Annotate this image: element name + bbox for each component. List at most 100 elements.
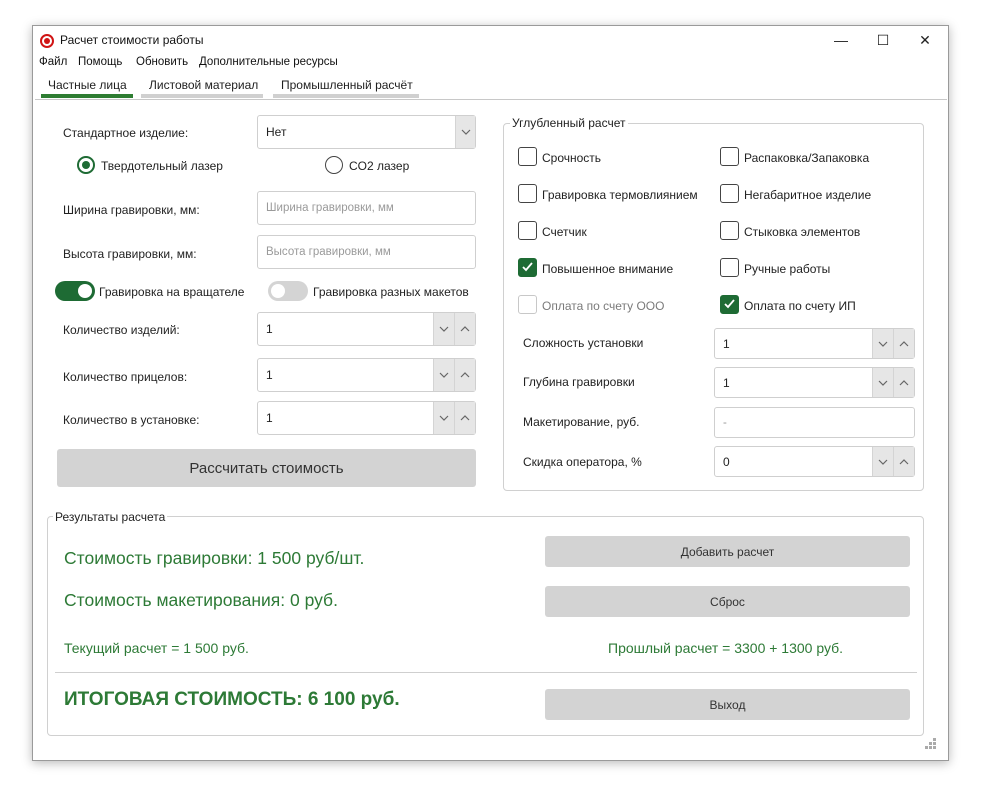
checkbox-manual-work[interactable] <box>720 258 739 277</box>
checkbox-extra-attention[interactable] <box>518 258 537 277</box>
qty-items-spinbox[interactable]: 1 <box>257 312 476 346</box>
checkbox-thermal-engraving[interactable] <box>518 184 537 203</box>
qty-items-label: Количество изделий: <box>63 323 180 337</box>
discount-label: Скидка оператора, % <box>523 455 642 469</box>
checkbox-thermal-engraving-label: Гравировка термовлиянием <box>542 188 698 202</box>
reset-button[interactable]: Сброс <box>545 586 910 617</box>
qty-setup-label: Количество в установке: <box>63 413 200 427</box>
checkbox-urgency[interactable] <box>518 147 537 166</box>
tab-sheet-material[interactable]: Листовой материал <box>149 78 258 92</box>
height-label: Высота гравировки, мм: <box>63 247 197 261</box>
chevron-down-icon[interactable] <box>433 313 454 345</box>
chevron-down-icon[interactable] <box>872 329 893 358</box>
complexity-spinbox[interactable]: 1 <box>714 328 915 359</box>
close-button[interactable]: ✕ <box>905 28 945 52</box>
menu-help[interactable]: Помощь <box>78 56 122 68</box>
current-calc-text: Текущий расчет = 1 500 руб. <box>64 640 249 656</box>
exit-button[interactable]: Выход <box>545 689 910 720</box>
rotator-toggle[interactable] <box>55 281 95 301</box>
rotator-toggle-label: Гравировка на вращателе <box>99 285 245 299</box>
engraving-cost-text: Стоимость гравировки: 1 500 руб/шт. <box>64 548 365 568</box>
qty-items-value: 1 <box>266 322 273 336</box>
tab-private-indicator <box>41 94 133 98</box>
layouts-toggle-label: Гравировка разных макетов <box>313 285 469 299</box>
tab-sheet-material-indicator <box>141 94 263 98</box>
layout-cost-text: Стоимость макетирования: 0 руб. <box>64 590 338 610</box>
results-group-title: Результаты расчета <box>53 510 168 524</box>
checkbox-pay-ip[interactable] <box>720 295 739 314</box>
depth-spinbox[interactable]: 1 <box>714 367 915 398</box>
radio-solid-state-label: Твердотельный лазер <box>101 159 223 173</box>
checkbox-unpacking-label: Распаковка/Запаковка <box>744 151 870 165</box>
resize-grip-icon[interactable] <box>923 736 939 752</box>
discount-value: 0 <box>723 454 730 469</box>
radio-co2-label: CO2 лазер <box>349 159 410 173</box>
window-title: Расчет стоимости работы <box>60 33 204 47</box>
checkbox-unpacking[interactable] <box>720 147 739 166</box>
chevron-up-icon[interactable] <box>893 447 914 476</box>
standard-product-label: Стандартное изделие: <box>63 126 189 140</box>
menu-update[interactable]: Обновить <box>136 56 188 68</box>
previous-calc-text: Прошлый расчет = 3300 + 1300 руб. <box>608 640 844 656</box>
chevron-down-icon[interactable] <box>455 116 475 148</box>
results-divider <box>55 672 917 673</box>
chevron-down-icon[interactable] <box>433 359 454 391</box>
chevron-up-icon[interactable] <box>454 402 475 434</box>
layout-cost-input[interactable]: - <box>714 407 915 438</box>
standard-product-select[interactable]: Нет <box>257 115 476 149</box>
checkbox-docking[interactable] <box>720 221 739 240</box>
check-icon <box>522 262 533 272</box>
check-icon <box>724 299 735 309</box>
discount-spinbox[interactable]: 0 <box>714 446 915 477</box>
chevron-down-icon[interactable] <box>872 447 893 476</box>
standard-product-value: Нет <box>266 125 287 139</box>
checkbox-oversized[interactable] <box>720 184 739 203</box>
checkbox-pay-ooo-label: Оплата по счету ООО <box>542 299 665 313</box>
qty-sights-label: Количество прицелов: <box>63 370 188 384</box>
checkbox-counter-label: Счетчик <box>542 225 587 239</box>
add-calculation-button[interactable]: Добавить расчет <box>545 536 910 567</box>
tab-industrial[interactable]: Промышленный расчёт <box>281 78 413 92</box>
chevron-down-icon[interactable] <box>872 368 893 397</box>
height-input[interactable]: Высота гравировки, мм <box>257 235 476 269</box>
checkbox-docking-label: Стыковка элементов <box>744 225 861 239</box>
checkbox-extra-attention-label: Повышенное внимание <box>542 262 674 276</box>
app-window: Расчет стоимости работы — ☐ ✕ Файл Помощ… <box>32 25 949 761</box>
minimize-button[interactable]: — <box>821 28 861 52</box>
radio-co2-laser[interactable] <box>325 156 343 174</box>
qty-sights-value: 1 <box>266 368 273 382</box>
chevron-up-icon[interactable] <box>893 329 914 358</box>
calculate-button[interactable]: Рассчитать стоимость <box>57 449 476 487</box>
checkbox-oversized-label: Негабаритное изделие <box>744 188 872 202</box>
menu-resources[interactable]: Дополнительные ресурсы <box>199 56 338 68</box>
tab-industrial-indicator <box>273 94 419 98</box>
width-label: Ширина гравировки, мм: <box>63 203 200 217</box>
layout-cost-label: Макетирование, руб. <box>523 415 640 429</box>
chevron-down-icon[interactable] <box>433 402 454 434</box>
chevron-up-icon[interactable] <box>454 359 475 391</box>
checkbox-urgency-label: Срочность <box>542 151 602 165</box>
chevron-up-icon[interactable] <box>454 313 475 345</box>
depth-label: Глубина гравировки <box>523 375 635 389</box>
total-cost-text: ИТОГОВАЯ СТОИМОСТЬ: 6 100 руб. <box>64 689 400 710</box>
qty-sights-spinbox[interactable]: 1 <box>257 358 476 392</box>
radio-solid-state-laser[interactable] <box>77 156 95 174</box>
checkbox-pay-ip-label: Оплата по счету ИП <box>744 299 856 313</box>
width-input[interactable]: Ширина гравировки, мм <box>257 191 476 225</box>
qty-setup-spinbox[interactable]: 1 <box>257 401 476 435</box>
menu-file[interactable]: Файл <box>39 56 67 68</box>
checkbox-manual-work-label: Ручные работы <box>744 262 831 276</box>
tab-private[interactable]: Частные лица <box>48 78 127 92</box>
complexity-value: 1 <box>723 336 730 351</box>
advanced-group-title: Углубленный расчет <box>510 116 628 130</box>
checkbox-pay-ooo[interactable] <box>518 295 537 314</box>
app-icon <box>40 34 54 48</box>
chevron-up-icon[interactable] <box>893 368 914 397</box>
tab-separator <box>35 99 947 100</box>
layouts-toggle[interactable] <box>268 281 308 301</box>
checkbox-counter[interactable] <box>518 221 537 240</box>
complexity-label: Сложность установки <box>523 336 644 350</box>
maximize-button[interactable]: ☐ <box>863 28 903 52</box>
depth-value: 1 <box>723 375 730 390</box>
qty-setup-value: 1 <box>266 411 273 425</box>
